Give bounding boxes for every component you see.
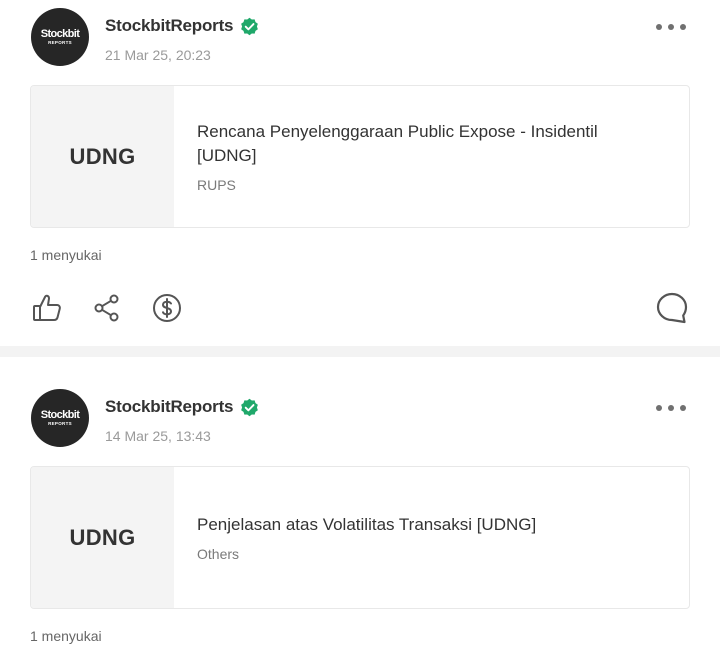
post-timestamp: 21 Mar 25, 20:23: [105, 47, 211, 63]
ticker-symbol: UDNG: [69, 524, 136, 550]
ticker-box: UDNG: [31, 467, 174, 608]
dollar-circle-icon[interactable]: [152, 293, 182, 323]
avatar[interactable]: Stockbit REPORTS: [31, 8, 89, 66]
comment-bubble-icon[interactable]: [655, 291, 689, 325]
likes-count[interactable]: 1 menyukai: [30, 247, 102, 263]
avatar-logo-text: Stockbit: [40, 27, 80, 40]
post: Stockbit REPORTS StockbitReports 14 Mar …: [0, 357, 720, 658]
card-title: Rencana Penyelenggaraan Public Expose - …: [197, 122, 598, 165]
verified-badge-icon: [241, 398, 259, 416]
share-icon[interactable]: [92, 293, 122, 323]
author-name[interactable]: StockbitReports: [105, 16, 233, 36]
thumbs-up-icon[interactable]: [31, 292, 63, 324]
avatar[interactable]: Stockbit REPORTS: [31, 389, 89, 447]
post: Stockbit REPORTS StockbitReports 21 Mar …: [0, 0, 720, 346]
more-horizontal-icon[interactable]: [656, 22, 686, 32]
author-row: StockbitReports: [105, 16, 259, 36]
ticker-symbol: UDNG: [69, 143, 136, 169]
card-body: Penjelasan atas Volatilitas Transaksi [U…: [197, 467, 619, 608]
card-tag: Others: [197, 546, 240, 562]
report-card[interactable]: UDNG Rencana Penyelenggaraan Public Expo…: [30, 85, 690, 228]
card-body: Rencana Penyelenggaraan Public Expose - …: [197, 86, 619, 227]
more-horizontal-icon[interactable]: [656, 403, 686, 413]
card-tag: RUPS: [197, 177, 236, 193]
author-name[interactable]: StockbitReports: [105, 397, 233, 417]
post-timestamp: 14 Mar 25, 13:43: [105, 428, 211, 444]
report-card[interactable]: UDNG Penjelasan atas Volatilitas Transak…: [30, 466, 690, 609]
avatar-logo-subtext: REPORTS: [48, 420, 72, 426]
verified-badge-icon: [241, 17, 259, 35]
likes-count[interactable]: 1 menyukai: [30, 628, 102, 644]
post-separator: [0, 346, 720, 357]
card-title: Penjelasan atas Volatilitas Transaksi [U…: [197, 515, 537, 534]
ticker-box: UDNG: [31, 86, 174, 227]
avatar-logo-text: Stockbit: [40, 408, 80, 421]
author-row: StockbitReports: [105, 397, 259, 417]
avatar-logo-subtext: REPORTS: [48, 39, 72, 45]
